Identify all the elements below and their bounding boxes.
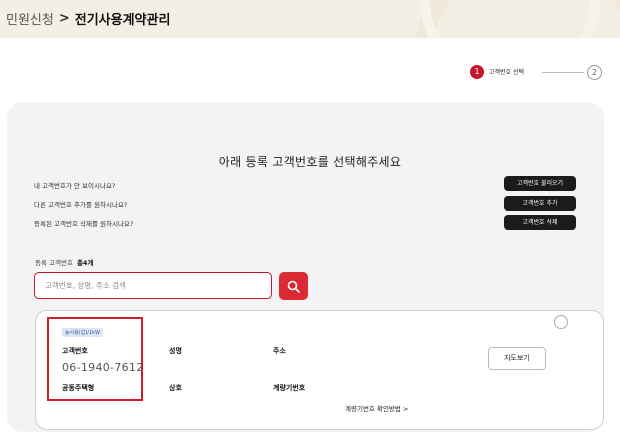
registered-label: 등록 고객번호 [35, 259, 73, 267]
company-label: 상호 [169, 384, 182, 392]
header-decoration-inner [420, 0, 600, 38]
question-missing-number: 내 고객번호가 안 보이시나요? [34, 182, 116, 190]
search-icon [287, 280, 300, 293]
name-label: 성명 [169, 347, 182, 355]
add-customer-number-button[interactable]: 고객번호 추가 [504, 196, 576, 211]
delete-customer-number-button[interactable]: 고객번호 삭제 [504, 215, 576, 230]
step-1-label: 고객번호 선택 [489, 69, 525, 76]
breadcrumb: 민원신청 > 전기사용계약관리 [6, 9, 170, 28]
progress-stepper: 1 고객번호 선택 2 [470, 65, 605, 81]
load-customer-number-button[interactable]: 고객번호 불러오기 [504, 176, 576, 191]
question-delete-number: 등록된 고객번호 삭제를 원하시나요? [34, 220, 134, 228]
page-right-margin [604, 102, 620, 416]
question-add-number: 다른 고객번호 추가를 원하시나요? [34, 201, 128, 209]
meter-number-help-link[interactable]: 계량기번호 확인방법 > [345, 403, 408, 413]
highlight-box [47, 317, 143, 401]
meter-number-label: 계량기번호 [273, 384, 306, 392]
search-button[interactable] [279, 272, 308, 300]
breadcrumb-parent[interactable]: 민원신청 [6, 9, 54, 28]
address-label: 주소 [273, 347, 286, 355]
map-view-button[interactable]: 지도보기 [488, 347, 546, 370]
step-1-indicator: 1 [470, 65, 484, 79]
customer-select-radio[interactable] [554, 315, 568, 329]
breadcrumb-current: 전기사용계약관리 [74, 13, 171, 28]
registered-count-label: 등록 고객번호 총4개 [35, 257, 93, 267]
step-2-indicator: 2 [587, 65, 602, 80]
breadcrumb-separator: > [58, 11, 70, 26]
page-header: 민원신청 > 전기사용계약관리 [0, 0, 620, 38]
registered-count: 총4개 [76, 259, 94, 267]
search-input[interactable] [34, 272, 272, 299]
step-connector [542, 72, 584, 73]
page-title: 아래 등록 고객번호를 선택해주세요 [218, 155, 402, 169]
